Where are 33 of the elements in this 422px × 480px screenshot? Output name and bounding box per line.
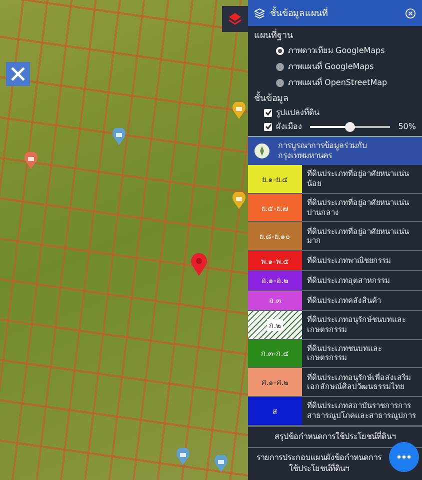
radio-button[interactable] [276, 78, 284, 86]
map-pin-icon[interactable] [112, 128, 126, 146]
map-pin-icon[interactable] [176, 448, 190, 466]
layer-label: ผังเมือง [276, 121, 302, 133]
base-map-option[interactable]: ภาพแผนที่ OpenStreetMap [254, 75, 416, 90]
bma-banner[interactable]: การบูรณาการข้อมูลร่วมกับกรุงเทพมหานคร [248, 136, 422, 165]
slider-thumb[interactable] [345, 122, 356, 132]
section-label: แผนที่ฐาน [254, 28, 416, 42]
close-button[interactable] [405, 8, 416, 18]
opacity-reading: 50% [398, 122, 416, 131]
radio-button[interactable] [276, 62, 284, 70]
map-pin-icon[interactable] [232, 192, 246, 210]
layers-icon [254, 8, 265, 18]
base-map-option[interactable]: ภาพแผนที่ GoogleMaps [254, 59, 416, 74]
layer-label: รูปแปลงที่ดิน [276, 106, 319, 119]
tools-button[interactable] [6, 62, 30, 86]
map-pin-icon[interactable] [232, 102, 246, 120]
more-dots-icon [397, 455, 411, 459]
section-label: ชั้นข้อมูล [254, 91, 416, 105]
checkbox[interactable] [264, 122, 272, 130]
checkbox[interactable] [264, 108, 272, 116]
panel-title: ชั้นข้อมูลแผนที่ [270, 6, 400, 20]
base-map-option[interactable]: ภาพดาวเทียม GoogleMaps [254, 43, 416, 58]
banner-text: การบูรณาการข้อมูลร่วมกับกรุงเทพมหานคร [278, 140, 368, 162]
close-icon [405, 8, 416, 18]
map-pin-icon[interactable] [214, 455, 228, 473]
crossed-tools-icon [10, 66, 26, 82]
layers-button[interactable] [222, 6, 248, 32]
layers-icon [228, 12, 242, 26]
radio-button[interactable] [276, 46, 284, 54]
emblem-icon [254, 143, 270, 159]
location-pin-icon [190, 253, 208, 277]
map-pin-icon[interactable] [24, 152, 38, 170]
